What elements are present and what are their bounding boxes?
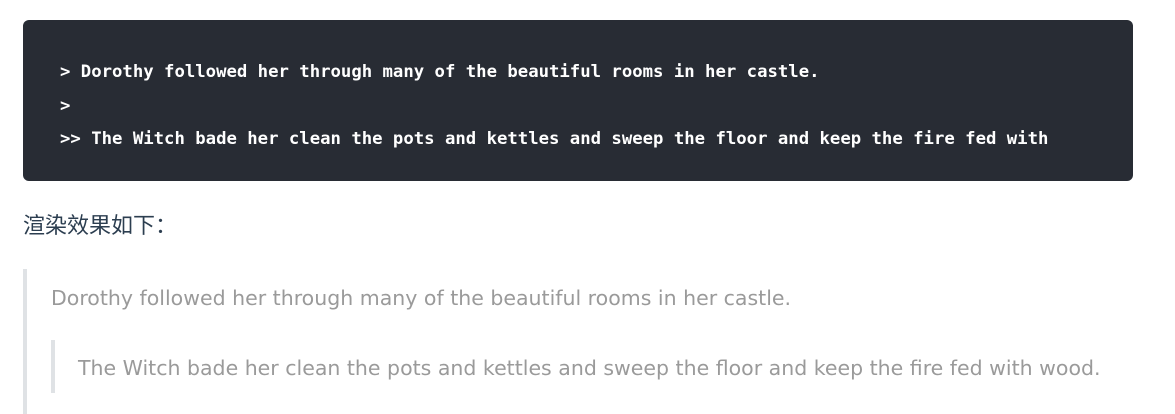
code-block: > Dorothy followed her through many of t… <box>23 20 1133 181</box>
outer-blockquote: Dorothy followed her through many of the… <box>23 269 1153 414</box>
caption-text: 渲染效果如下： <box>23 214 178 239</box>
outer-quote-text: Dorothy followed her through many of the… <box>51 286 792 310</box>
code-line: > <box>60 95 71 116</box>
nested-blockquote: The Witch bade her clean the pots and ke… <box>51 340 1151 393</box>
nested-quote-text: The Witch bade her clean the pots and ke… <box>78 356 1101 380</box>
code-line: > Dorothy followed her through many of t… <box>60 62 820 82</box>
code-line: >> The Witch bade her clean the pots and… <box>60 129 1049 149</box>
